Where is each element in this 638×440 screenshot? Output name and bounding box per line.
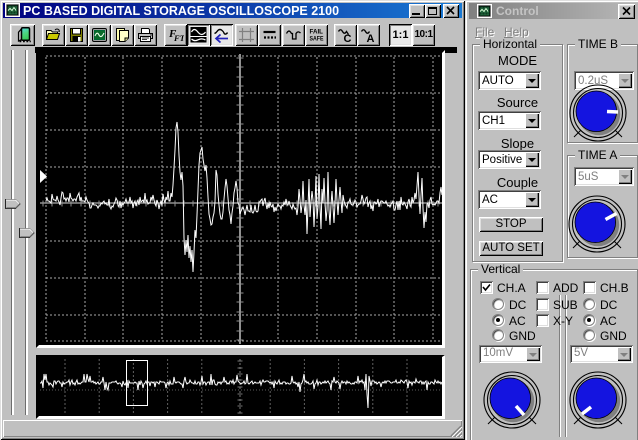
- svg-text:A: A: [367, 33, 375, 43]
- svg-text:FT: FT: [173, 33, 184, 43]
- svg-text:SAFE: SAFE: [310, 36, 325, 43]
- svg-text:FAIL: FAIL: [310, 29, 324, 36]
- svg-text:C: C: [344, 33, 352, 43]
